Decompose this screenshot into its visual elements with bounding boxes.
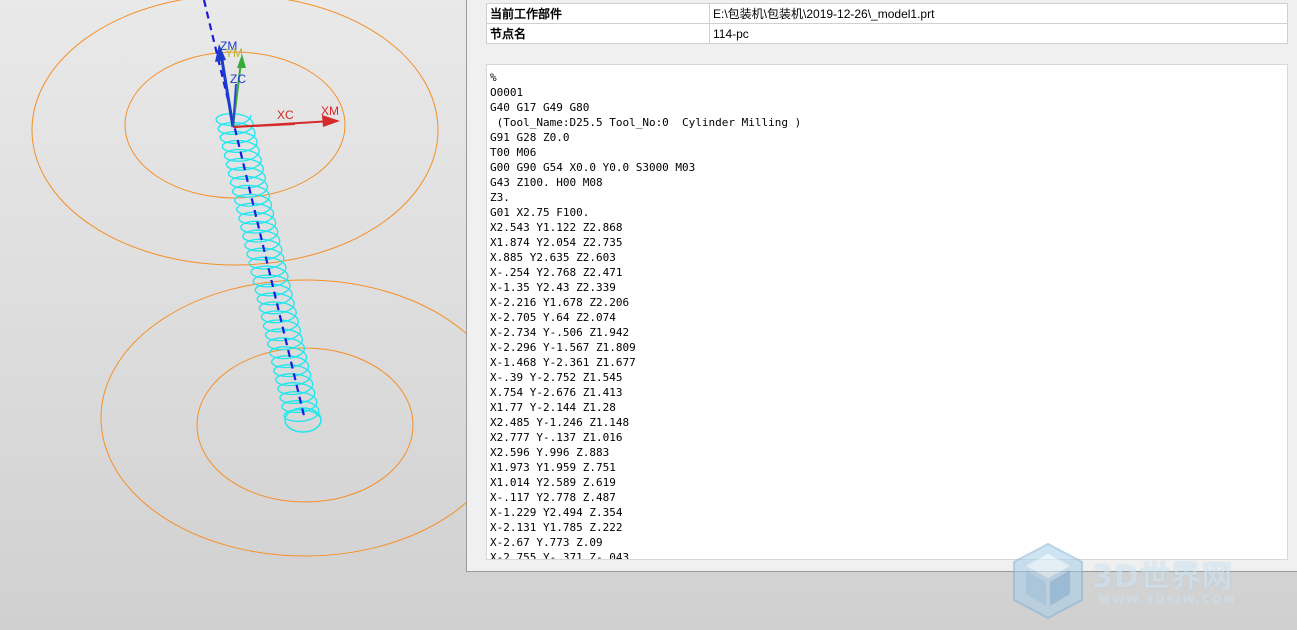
nc-program-text: % O0001 G40 G17 G49 G80 (Tool_Name:D25.5…: [487, 65, 1287, 560]
nc-code-line: X-.254 Y2.768 Z2.471: [490, 266, 623, 279]
nc-code-line: X-2.734 Y-.506 Z1.942: [490, 326, 630, 339]
orbit-ring-lower-outer: [100, 279, 510, 557]
nc-code-line: G01 X2.75 F100.: [490, 206, 590, 219]
nc-code-line: G00 G90 G54 X0.0 Y0.0 S3000 M03: [490, 161, 696, 174]
property-value: E:\包装机\包装机\2019-12-26\_model1.prt: [709, 3, 1288, 24]
nc-code-line: X2.543 Y1.122 Z2.868: [490, 221, 623, 234]
xc-axis-label: XC: [277, 108, 294, 122]
nc-code-line: T00 M06: [490, 146, 537, 159]
nc-code-line: X-2.67 Y.773 Z.09: [490, 536, 603, 549]
orbit-ring-lower-inner: [196, 347, 414, 503]
nc-code-line: %: [490, 71, 497, 84]
nc-code-line: G43 Z100. H00 M08: [490, 176, 603, 189]
nc-code-line: X2.596 Y.996 Z.883: [490, 446, 610, 459]
nc-code-line: X-2.705 Y.64 Z2.074: [490, 311, 616, 324]
information-window: 当前工作部件 E:\包装机\包装机\2019-12-26\_model1.prt 节…: [466, 0, 1297, 572]
nc-code-line: X2.777 Y-.137 Z1.016: [490, 431, 623, 444]
nc-code-line: X-2.216 Y1.678 Z2.206: [490, 296, 630, 309]
helix-coil-path: [215, 112, 322, 423]
nc-code-line: G91 G28 Z0.0: [490, 131, 570, 144]
nc-code-line: Z3.: [490, 191, 510, 204]
nc-code-line: X-.39 Y-2.752 Z1.545: [490, 371, 623, 384]
nc-code-line: X-1.229 Y2.494 Z.354: [490, 506, 623, 519]
nc-code-line: X.885 Y2.635 Z2.603: [490, 251, 616, 264]
nc-code-line: X-1.468 Y-2.361 Z1.677: [490, 356, 636, 369]
properties-table: 当前工作部件 E:\包装机\包装机\2019-12-26\_model1.prt 节…: [486, 3, 1288, 44]
nc-code-line: G40 G17 G49 G80: [490, 101, 590, 114]
property-row: 当前工作部件 E:\包装机\包装机\2019-12-26\_model1.prt: [486, 3, 1288, 24]
nc-code-line: X2.485 Y-1.246 Z1.148: [490, 416, 630, 429]
nc-code-line: X1.874 Y2.054 Z2.735: [490, 236, 623, 249]
property-row: 节点名 114-pc: [486, 23, 1288, 44]
nc-code-line: X-1.35 Y2.43 Z2.339: [490, 281, 616, 294]
nc-code-line: (Tool_Name:D25.5 Tool_No:0 Cylinder Mill…: [490, 116, 802, 129]
zm-axis-arrow: [219, 53, 235, 128]
ym-axis-label: YM: [225, 46, 243, 60]
nc-code-line: X1.014 Y2.589 Z.619: [490, 476, 616, 489]
nc-code-line: X.754 Y-2.676 Z1.413: [490, 386, 623, 399]
nc-code-panel[interactable]: % O0001 G40 G17 G49 G80 (Tool_Name:D25.5…: [486, 64, 1288, 560]
nc-code-line: X-2.755 Y-.371 Z-.043: [490, 551, 630, 560]
nc-code-line: X-2.296 Y-1.567 Z1.809: [490, 341, 636, 354]
nc-code-line: X-.117 Y2.778 Z.487: [490, 491, 616, 504]
property-key: 当前工作部件: [486, 3, 710, 24]
nc-code-line: X-2.131 Y1.785 Z.222: [490, 521, 623, 534]
xm-axis-label: XM: [321, 104, 339, 118]
nc-code-line: O0001: [490, 86, 524, 99]
zc-axis-label: ZC: [230, 72, 246, 86]
cube-logo-icon: [1013, 542, 1083, 620]
watermark-title: 3D世界网: [1092, 560, 1233, 595]
watermark-url: WWW.3DSJW.COM: [1098, 593, 1237, 606]
property-key: 节点名: [486, 23, 710, 44]
nc-code-line: X1.973 Y1.959 Z.751: [490, 461, 616, 474]
nc-code-line: X1.77 Y-2.144 Z1.28: [490, 401, 616, 414]
site-watermark: 3D世界网 WWW.3DSJW.COM: [1008, 540, 1288, 622]
property-value: 114-pc: [709, 23, 1288, 44]
